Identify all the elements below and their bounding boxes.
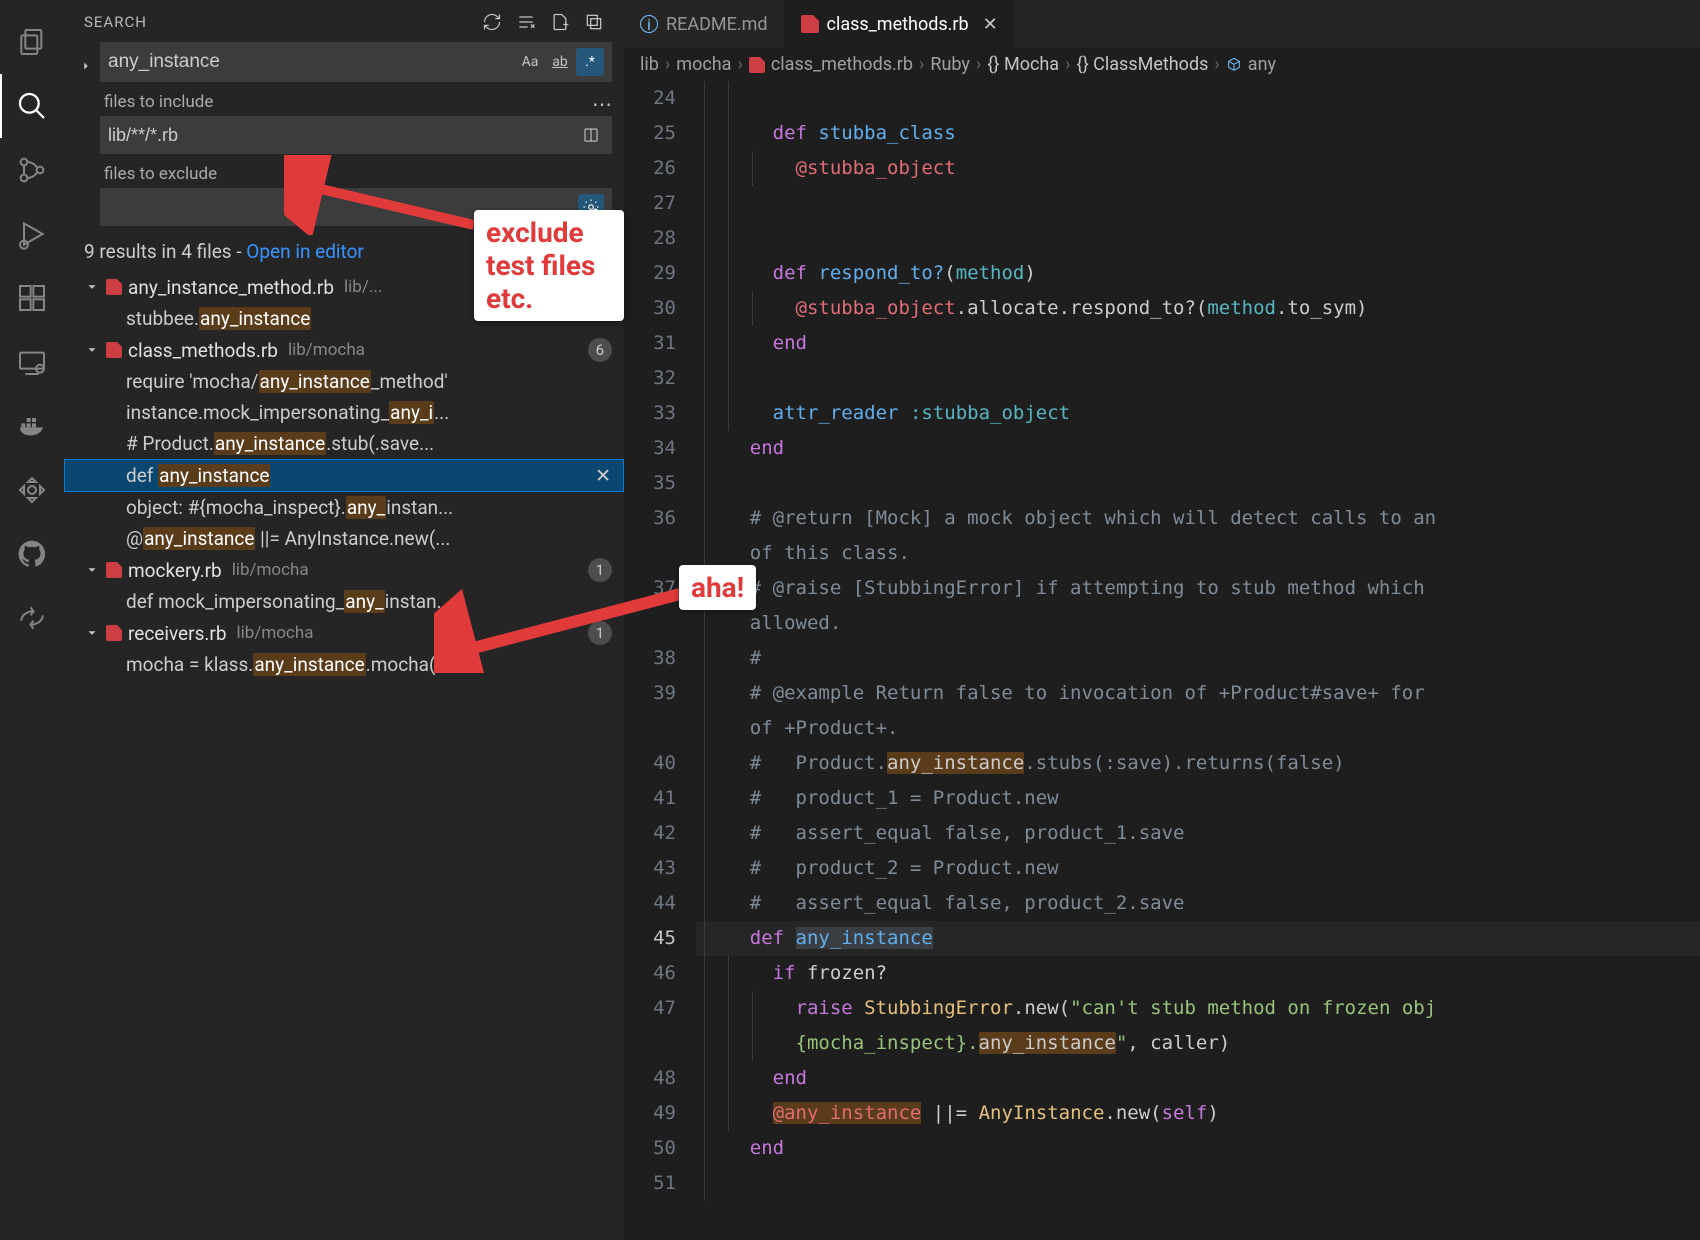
breadcrumb-item[interactable]: {} Mocha xyxy=(987,54,1059,75)
editor-area: i README.md class_methods.rb ✕ lib›mocha›cl… xyxy=(624,0,1700,1240)
match-line[interactable]: require 'mocha/any_instance_method' xyxy=(64,366,624,397)
extensions-icon[interactable] xyxy=(0,266,64,330)
file-path: lib/mocha xyxy=(232,560,309,580)
include-label: files to include xyxy=(104,92,612,112)
file-name: mockery.rb xyxy=(128,559,222,582)
file-node[interactable]: any_instance_method.rb lib/... 1 xyxy=(64,271,624,303)
ruby-file-icon xyxy=(106,625,122,641)
ruby-file-icon xyxy=(749,57,765,73)
collapse-icon[interactable] xyxy=(584,12,604,32)
match-count-badge: 6 xyxy=(588,338,612,362)
remote-icon[interactable] xyxy=(0,330,64,394)
breadcrumb-item[interactable]: class_methods.rb xyxy=(749,54,913,75)
file-path: lib/mocha xyxy=(237,623,314,643)
clear-icon[interactable] xyxy=(516,12,536,32)
match-word-icon[interactable]: ab xyxy=(546,48,574,76)
breadcrumbs[interactable]: lib›mocha›class_methods.rb›Ruby›{} Mocha… xyxy=(624,48,1700,81)
github-icon[interactable] xyxy=(0,522,64,586)
match-line[interactable]: mocha = klass.any_instance.mocha(f... xyxy=(64,649,624,680)
file-path: lib/mocha xyxy=(288,340,365,360)
target-icon[interactable] xyxy=(0,458,64,522)
toggle-replace-icon[interactable] xyxy=(76,51,96,73)
exclude-input[interactable] xyxy=(108,197,578,218)
info-icon: i xyxy=(640,15,658,33)
breadcrumb-item[interactable]: lib xyxy=(640,54,659,75)
match-line[interactable]: def any_instance✕ xyxy=(64,459,624,492)
close-icon[interactable]: ✕ xyxy=(983,14,998,35)
chevron-down-icon xyxy=(84,563,100,577)
include-input[interactable] xyxy=(108,125,578,146)
ruby-file-icon xyxy=(106,342,122,358)
match-line[interactable]: instance.mock_impersonating_any_i... xyxy=(64,397,624,428)
file-node[interactable]: class_methods.rb lib/mocha 6 xyxy=(64,334,624,366)
file-path: lib/... xyxy=(344,277,382,297)
gutter: 2425262728293031323334353637383940414243… xyxy=(624,81,696,1240)
chevron-down-icon xyxy=(84,280,100,294)
sidebar-title: SEARCH xyxy=(84,13,147,31)
code-lines[interactable]: def stubba_class @stubba_object def resp… xyxy=(696,81,1700,1240)
search-icon[interactable] xyxy=(0,74,64,138)
share-icon[interactable] xyxy=(0,586,64,650)
file-name: class_methods.rb xyxy=(128,339,278,362)
tab[interactable]: i README.md xyxy=(624,0,785,48)
tabs-row: i README.md class_methods.rb ✕ xyxy=(624,0,1700,48)
more-options-icon[interactable]: ⋯ xyxy=(592,92,612,116)
search-input[interactable] xyxy=(108,51,516,73)
breadcrumb-item[interactable]: mocha xyxy=(676,54,731,75)
exclude-label: files to exclude xyxy=(104,164,612,184)
use-exclude-settings-icon[interactable] xyxy=(578,194,604,220)
search-sidebar: SEARCH Aa ab .* files to include xyxy=(64,0,624,1240)
breadcrumb-item[interactable]: {} ClassMethods xyxy=(1077,54,1209,75)
ruby-file-icon xyxy=(106,279,122,295)
match-count-badge: 1 xyxy=(588,275,612,299)
match-line[interactable]: # Product.any_instance.stub(.save... xyxy=(64,428,624,459)
activity-bar xyxy=(0,0,64,1240)
results-tree: any_instance_method.rb lib/... 1stubbee.… xyxy=(64,271,624,680)
ruby-file-icon xyxy=(801,15,819,33)
code-area[interactable]: 2425262728293031323334353637383940414243… xyxy=(624,81,1700,1240)
match-line[interactable]: stubbee.any_instance xyxy=(64,303,624,334)
ruby-file-icon xyxy=(106,562,122,578)
file-name: receivers.rb xyxy=(128,622,227,645)
new-file-icon[interactable] xyxy=(550,12,570,32)
tab-label: README.md xyxy=(666,14,768,35)
file-node[interactable]: mockery.rb lib/mocha 1 xyxy=(64,554,624,586)
docker-icon[interactable] xyxy=(0,394,64,458)
tab-label: class_methods.rb xyxy=(827,14,969,35)
results-summary: 9 results in 4 files - Open in editor xyxy=(84,240,624,263)
book-icon[interactable] xyxy=(578,122,604,148)
chevron-down-icon xyxy=(84,343,100,357)
explorer-icon[interactable] xyxy=(0,10,64,74)
match-count-badge: 1 xyxy=(588,558,612,582)
match-line[interactable]: @any_instance ||= AnyInstance.new(... xyxy=(64,523,624,554)
file-name: any_instance_method.rb xyxy=(128,276,334,299)
breadcrumb-item[interactable]: any xyxy=(1226,54,1276,75)
match-line[interactable]: object: #{mocha_inspect}.any_instan... xyxy=(64,492,624,523)
chevron-down-icon xyxy=(84,626,100,640)
tab[interactable]: class_methods.rb ✕ xyxy=(785,0,1015,48)
method-icon xyxy=(1226,57,1242,73)
file-node[interactable]: receivers.rb lib/mocha 1 xyxy=(64,617,624,649)
refresh-icon[interactable] xyxy=(482,12,502,32)
dismiss-icon[interactable]: ✕ xyxy=(595,464,611,487)
run-debug-icon[interactable] xyxy=(0,202,64,266)
match-case-icon[interactable]: Aa xyxy=(516,48,544,76)
regex-icon[interactable]: .* xyxy=(576,48,604,76)
breadcrumb-item[interactable]: Ruby xyxy=(930,54,970,75)
match-count-badge: 1 xyxy=(588,621,612,645)
match-line[interactable]: def mock_impersonating_any_instan... xyxy=(64,586,624,617)
source-control-icon[interactable] xyxy=(0,138,64,202)
open-in-editor-link[interactable]: Open in editor xyxy=(246,240,364,263)
